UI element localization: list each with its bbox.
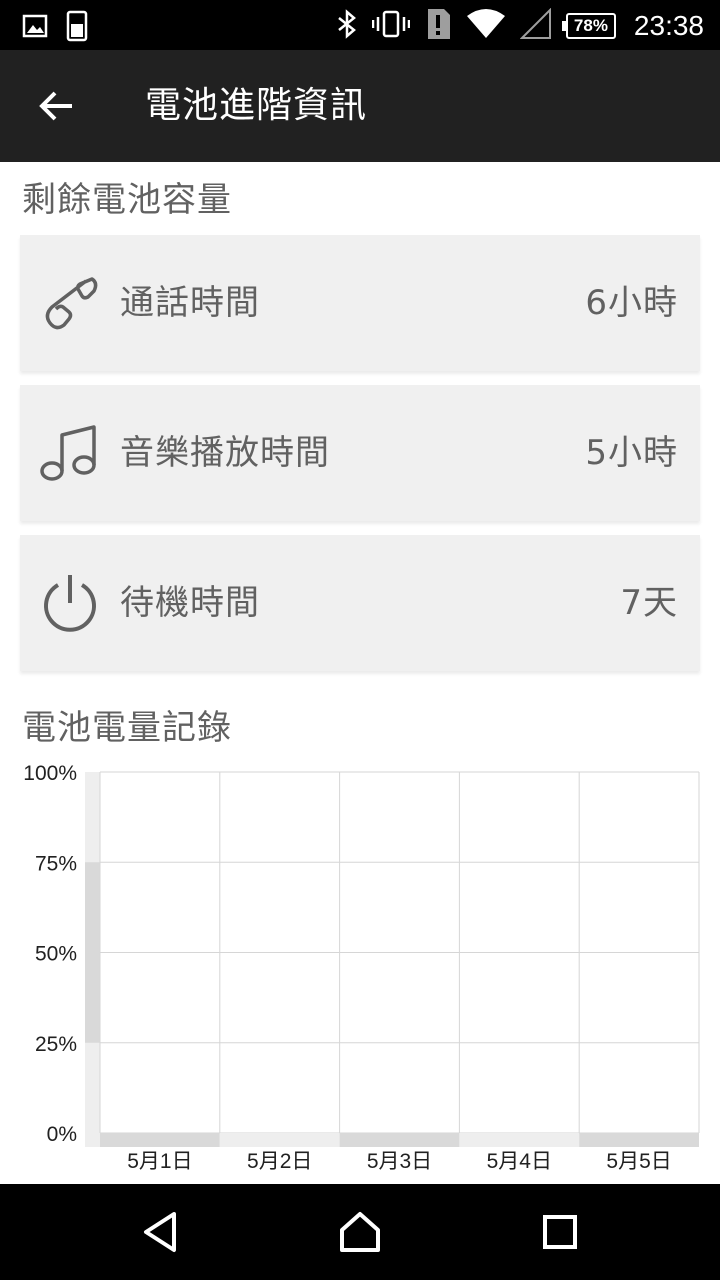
battery-percent: 78% — [573, 16, 608, 35]
vibrate-icon — [371, 9, 411, 43]
y-axis-band — [85, 862, 100, 1043]
x-tick-label: 5月4日 — [487, 1150, 552, 1173]
x-axis-band — [100, 1133, 220, 1147]
x-tick-label: 5月2日 — [247, 1150, 312, 1173]
music-note-icon — [40, 425, 96, 481]
x-axis-band — [459, 1133, 580, 1147]
x-tick-label: 5月5日 — [606, 1150, 671, 1173]
y-tick-label: 50% — [35, 943, 77, 966]
signal-icon — [519, 7, 552, 44]
card-value-music: 5小時 — [585, 433, 678, 473]
page-title: 電池進階資訊 — [145, 85, 368, 126]
status-left-icons — [22, 10, 88, 46]
y-tick-label: 25% — [35, 1033, 77, 1056]
battery-indicator: 78% — [561, 13, 616, 39]
card-label-music: 音樂播放時間 — [120, 433, 330, 473]
card-value-talk: 6小時 — [585, 283, 678, 323]
card-standby-time: 待機時間 7天 — [20, 535, 700, 671]
chart-svg: 100% 75% 50% 25% 0% 5月1日 5月2日 5月3日 5月4日 5月5日 — [23, 762, 700, 1173]
x-tick-label: 5月1日 — [127, 1150, 192, 1173]
nav-recents-button[interactable] — [532, 1208, 588, 1256]
card-label-standby: 待機時間 — [120, 583, 260, 623]
x-axis-band — [339, 1133, 460, 1147]
back-button[interactable] — [28, 80, 84, 132]
power-icon — [44, 575, 96, 632]
card-talk-time: 通話時間 6小時 — [20, 235, 700, 371]
home-icon — [340, 1212, 380, 1252]
x-tick-label: 5月3日 — [367, 1150, 432, 1173]
card-value-standby: 7天 — [620, 583, 678, 623]
recents-icon — [543, 1215, 577, 1249]
nav-home-button[interactable] — [332, 1208, 388, 1256]
x-axis-band — [219, 1133, 340, 1147]
back-triangle-icon — [144, 1212, 176, 1252]
phone-battery-icon — [66, 10, 88, 46]
navigation-bar — [0, 1184, 720, 1280]
status-time: 23:38 — [633, 10, 704, 41]
battery-history-header: 電池電量記錄 — [22, 708, 232, 748]
status-bar: 78% 23:38 — [0, 0, 720, 50]
wifi-icon — [466, 8, 506, 44]
phone-icon — [45, 277, 98, 330]
bluetooth-icon — [336, 9, 358, 43]
nav-back-button[interactable] — [132, 1208, 188, 1256]
y-tick-label: 75% — [35, 852, 77, 875]
y-tick-label: 0% — [47, 1123, 77, 1146]
card-music-time: 音樂播放時間 5小時 — [20, 385, 700, 521]
x-axis-band — [579, 1133, 699, 1147]
y-tick-label: 100% — [23, 762, 77, 785]
arrow-left-icon — [39, 91, 72, 121]
remaining-capacity-header: 剩餘電池容量 — [22, 180, 232, 220]
status-right-icons: 78% 23:38 — [336, 7, 704, 45]
app-bar: 電池進階資訊 — [0, 50, 720, 162]
card-label-talk: 通話時間 — [120, 283, 260, 323]
image-icon — [22, 13, 48, 43]
alert-icon — [424, 7, 452, 45]
battery-history-chart: 100% 75% 50% 25% 0% 5月1日 5月2日 5月3日 5月4日 5月5日 — [0, 760, 720, 1180]
